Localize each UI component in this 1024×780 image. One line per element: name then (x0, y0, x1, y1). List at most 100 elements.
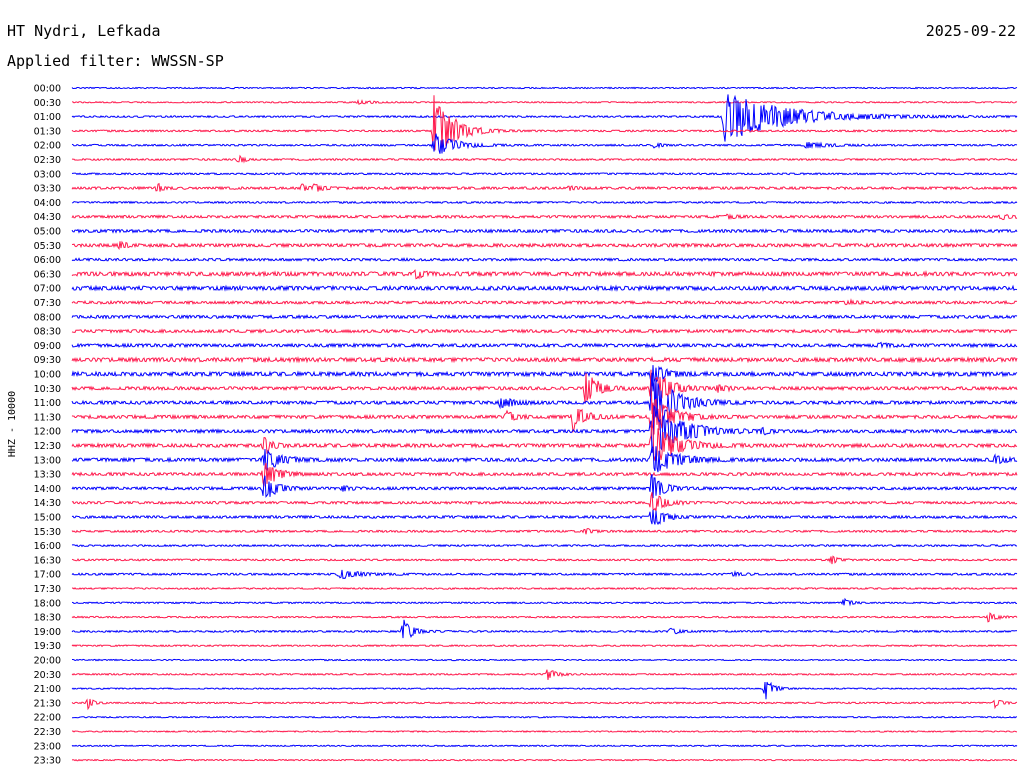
time-tick-label: 22:30 (34, 727, 61, 738)
station-title: HT Nydri, Lefkada (7, 22, 161, 40)
trace-line (71, 730, 1018, 733)
trace-line (71, 86, 1018, 90)
time-tick-label: 11:00 (34, 398, 61, 409)
filter-label: Applied filter: WWSSN-SP (7, 52, 224, 70)
time-tick-label: 18:00 (34, 598, 61, 609)
time-tick-label: 01:30 (34, 126, 61, 137)
time-tick-label: 23:30 (34, 756, 61, 767)
time-tick-label: 14:30 (34, 498, 61, 509)
time-tick-labels: 00:00 00:30 01:00 01:30 02:00 02:30 03:00 03:30… (34, 84, 61, 767)
time-tick-label: 09:00 (34, 341, 61, 352)
time-tick-label: 12:30 (34, 441, 61, 452)
trace-line (71, 619, 1018, 639)
trace-line (71, 492, 1018, 512)
time-tick-label: 12:00 (34, 427, 61, 438)
trace-line (72, 99, 1018, 105)
trace-line (71, 369, 1018, 415)
time-tick-label: 23:00 (34, 741, 61, 752)
time-tick-label: 01:00 (34, 112, 61, 123)
trace-line (71, 543, 1018, 548)
trace-line (71, 213, 1018, 221)
time-tick-label: 08:30 (34, 327, 61, 338)
trace-line (71, 154, 1018, 164)
time-tick-label: 03:00 (34, 169, 61, 180)
time-tick-label: 20:00 (34, 656, 61, 667)
time-tick-label: 17:00 (34, 570, 61, 581)
time-tick-label: 18:30 (34, 613, 61, 624)
time-tick-label: 06:30 (34, 269, 61, 280)
trace-line (71, 569, 1018, 580)
trace-line (71, 172, 1018, 176)
trace-line (71, 200, 1018, 205)
trace-line (71, 474, 1018, 499)
y-axis-label: HHZ - 10000 (7, 391, 18, 457)
trace-line (71, 328, 1018, 334)
time-tick-label: 08:00 (34, 312, 61, 323)
trace-line (71, 298, 1018, 306)
trace-line (71, 555, 1018, 565)
time-tick-label: 04:30 (34, 212, 61, 223)
trace-lines (71, 86, 1018, 762)
time-tick-label: 14:00 (34, 484, 61, 495)
trace-line (71, 314, 1018, 320)
time-tick-label: 19:00 (34, 627, 61, 638)
trace-line (72, 658, 1018, 662)
trace-line (71, 597, 1018, 607)
trace-line (71, 182, 1018, 192)
time-tick-label: 07:00 (34, 284, 61, 295)
trace-line (71, 95, 1018, 151)
trace-line (71, 644, 1018, 648)
time-tick-label: 03:30 (34, 184, 61, 195)
time-tick-label: 10:00 (34, 370, 61, 381)
trace-line (71, 715, 1017, 719)
trace-line (71, 462, 1018, 487)
trace-line (71, 669, 1018, 681)
time-tick-label: 02:00 (34, 141, 61, 152)
time-tick-label: 09:30 (34, 355, 61, 366)
trace-line (71, 240, 1018, 251)
time-tick-label: 02:30 (34, 155, 61, 166)
trace-line (71, 133, 1018, 154)
trace-line (71, 421, 1018, 461)
trace-line (71, 284, 1018, 292)
time-tick-label: 05:30 (34, 241, 61, 252)
time-tick-label: 16:30 (34, 555, 61, 566)
time-tick-label: 07:30 (34, 298, 61, 309)
time-tick-label: 13:00 (34, 455, 61, 466)
time-tick-label: 17:30 (34, 584, 61, 595)
trace-line (71, 681, 1018, 700)
trace-line (71, 744, 1018, 748)
trace-line (71, 758, 1018, 762)
time-tick-label: 04:00 (34, 198, 61, 209)
trace-line (71, 612, 1018, 623)
time-tick-label: 20:30 (34, 670, 61, 681)
time-tick-label: 16:00 (34, 541, 61, 552)
trace-line (71, 698, 1018, 711)
trace-line (71, 372, 1018, 423)
trace-line (71, 94, 1018, 142)
trace-line (71, 341, 1018, 349)
trace-line (71, 509, 1018, 526)
time-tick-label: 19:30 (34, 641, 61, 652)
trace-line (71, 527, 1018, 535)
trace-line (71, 355, 1018, 364)
trace-line (71, 365, 1018, 387)
time-tick-label: 21:00 (34, 684, 61, 695)
trace-line (71, 398, 1018, 435)
time-tick-label: 10:30 (34, 384, 61, 395)
date-label: 2025-09-22 (926, 22, 1016, 40)
time-tick-label: 00:00 (34, 84, 61, 95)
time-tick-label: 22:00 (34, 713, 61, 724)
trace-line (71, 446, 1018, 473)
time-tick-label: 13:30 (34, 470, 61, 481)
trace-line (71, 269, 1018, 280)
time-tick-label: 00:30 (34, 98, 61, 109)
time-tick-label: 15:00 (34, 513, 61, 524)
time-tick-label: 06:00 (34, 255, 61, 266)
trace-line (71, 228, 1018, 234)
time-tick-label: 21:30 (34, 698, 61, 709)
trace-line (71, 257, 1018, 262)
time-tick-label: 05:00 (34, 227, 61, 238)
time-tick-label: 15:30 (34, 527, 61, 538)
time-tick-label: 11:30 (34, 412, 61, 423)
